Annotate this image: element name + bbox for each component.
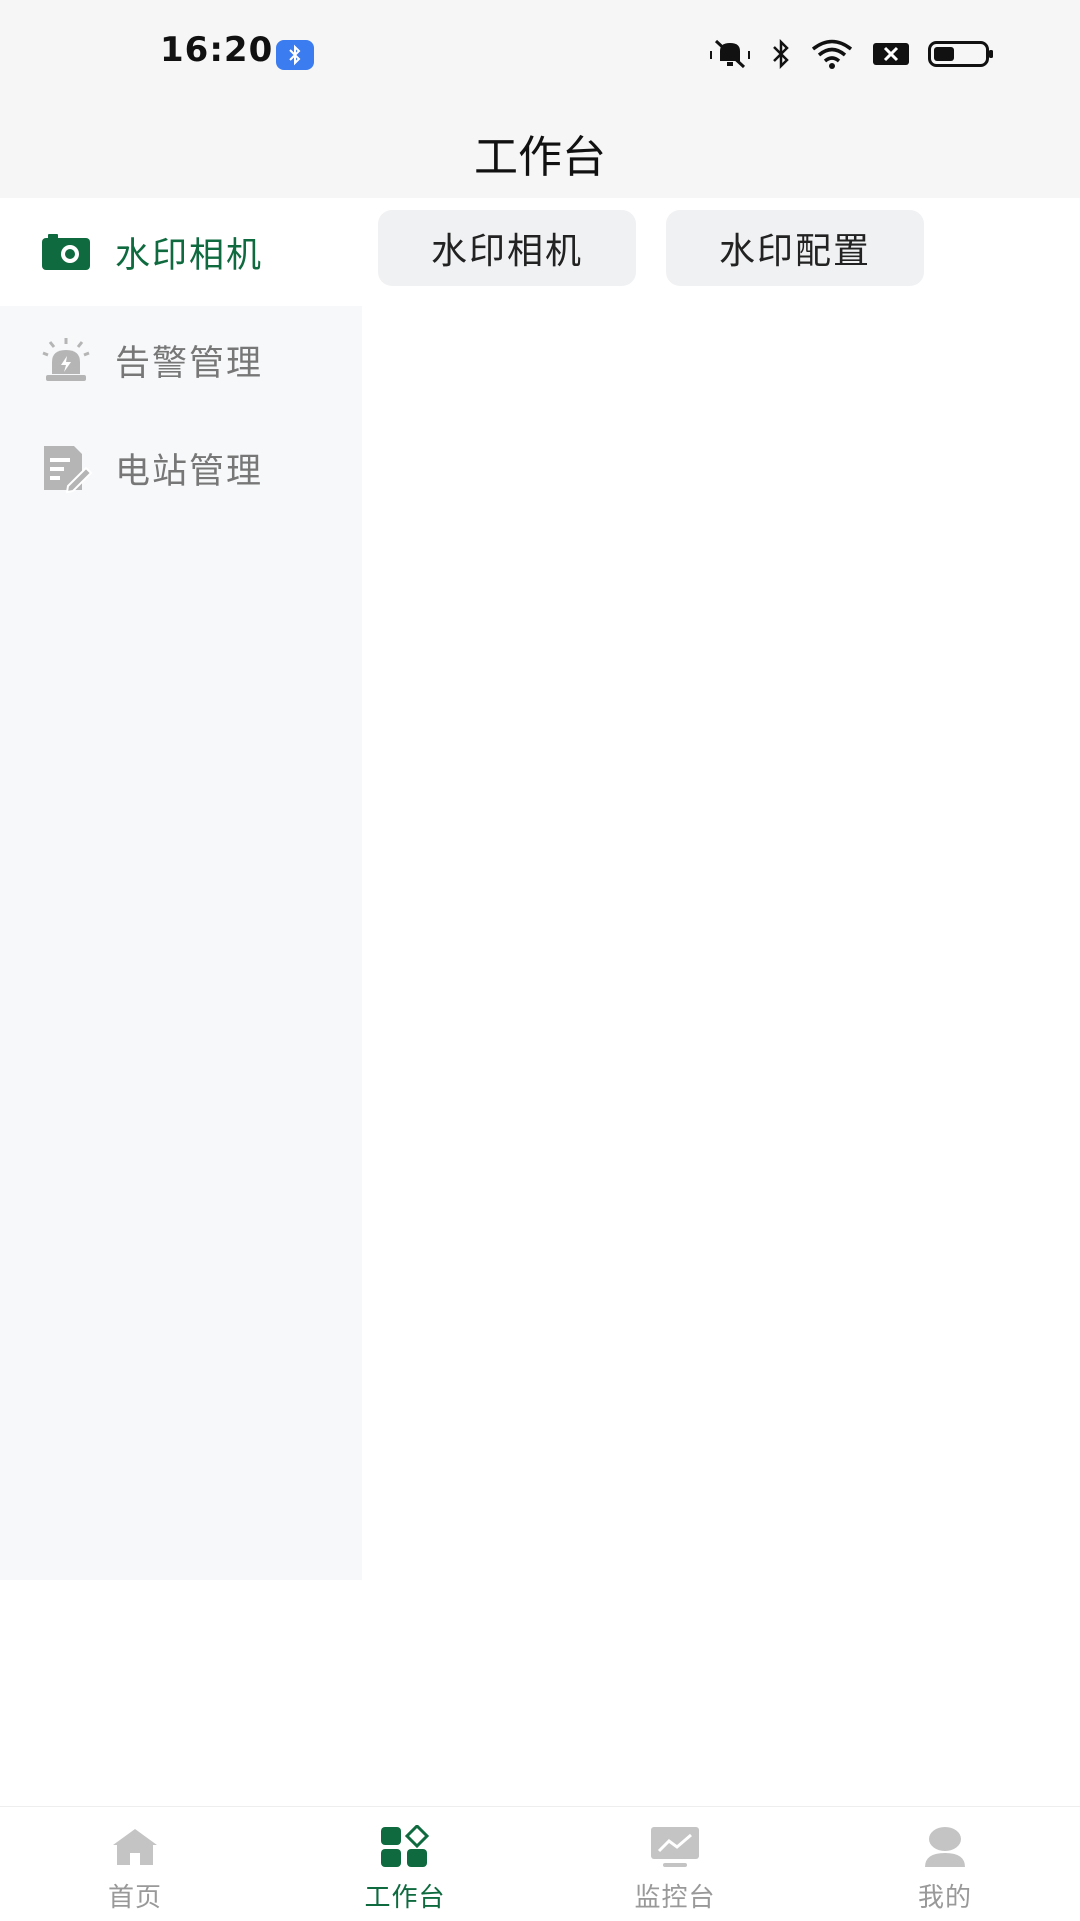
user-icon — [919, 1825, 971, 1869]
alarm-icon — [40, 334, 92, 386]
home-icon — [109, 1825, 161, 1869]
bluetooth-icon — [770, 38, 792, 74]
tab-label: 首页 — [107, 1883, 162, 1913]
status-icons — [708, 38, 994, 74]
tab-label: 工作台 — [364, 1883, 446, 1913]
document-edit-icon — [40, 442, 93, 494]
tab-home[interactable]: 首页 — [0, 1807, 270, 1921]
sidebar-item-label: 电站管理 — [115, 451, 264, 492]
sidebar-item-alarm-management[interactable]: 告警管理 — [0, 306, 362, 414]
vibrate-mute-icon — [708, 37, 752, 75]
workbench-icon — [379, 1823, 431, 1869]
monitor-icon — [649, 1825, 701, 1869]
tab-workbench[interactable]: 工作台 — [270, 1807, 540, 1921]
tab-monitor[interactable]: 监控台 — [540, 1807, 810, 1921]
camera-icon — [40, 226, 92, 278]
status-bar: 16:20 — [0, 0, 1080, 108]
tab-mine[interactable]: 我的 — [810, 1807, 1080, 1921]
status-time: 16:20 — [160, 30, 274, 70]
sidebar-item-label: 告警管理 — [115, 343, 264, 384]
no-sim-icon — [872, 40, 910, 72]
tab-label: 监控台 — [634, 1883, 716, 1913]
sidebar-item-station-management[interactable]: 电站管理 — [0, 414, 362, 522]
sidebar: 水印相机 告警管理 电站管理 — [0, 198, 362, 1580]
bottom-tab-bar: 首页 工作台 监控台 我的 — [0, 1806, 1080, 1920]
sidebar-item-label: 水印相机 — [115, 235, 264, 276]
battery-icon — [928, 39, 994, 73]
sidebar-item-watermark-camera[interactable]: 水印相机 — [0, 198, 362, 306]
tab-label: 我的 — [917, 1883, 972, 1913]
content-panel: 水印相机 水印配置 — [362, 198, 1080, 1580]
watermark-camera-chip[interactable]: 水印相机 — [378, 210, 636, 286]
wifi-icon — [810, 38, 854, 74]
page-title: 工作台 — [474, 132, 606, 183]
nav-bar: 工作台 — [0, 108, 1080, 198]
watermark-config-chip[interactable]: 水印配置 — [666, 210, 924, 286]
bluetooth-notification-icon — [276, 40, 314, 70]
